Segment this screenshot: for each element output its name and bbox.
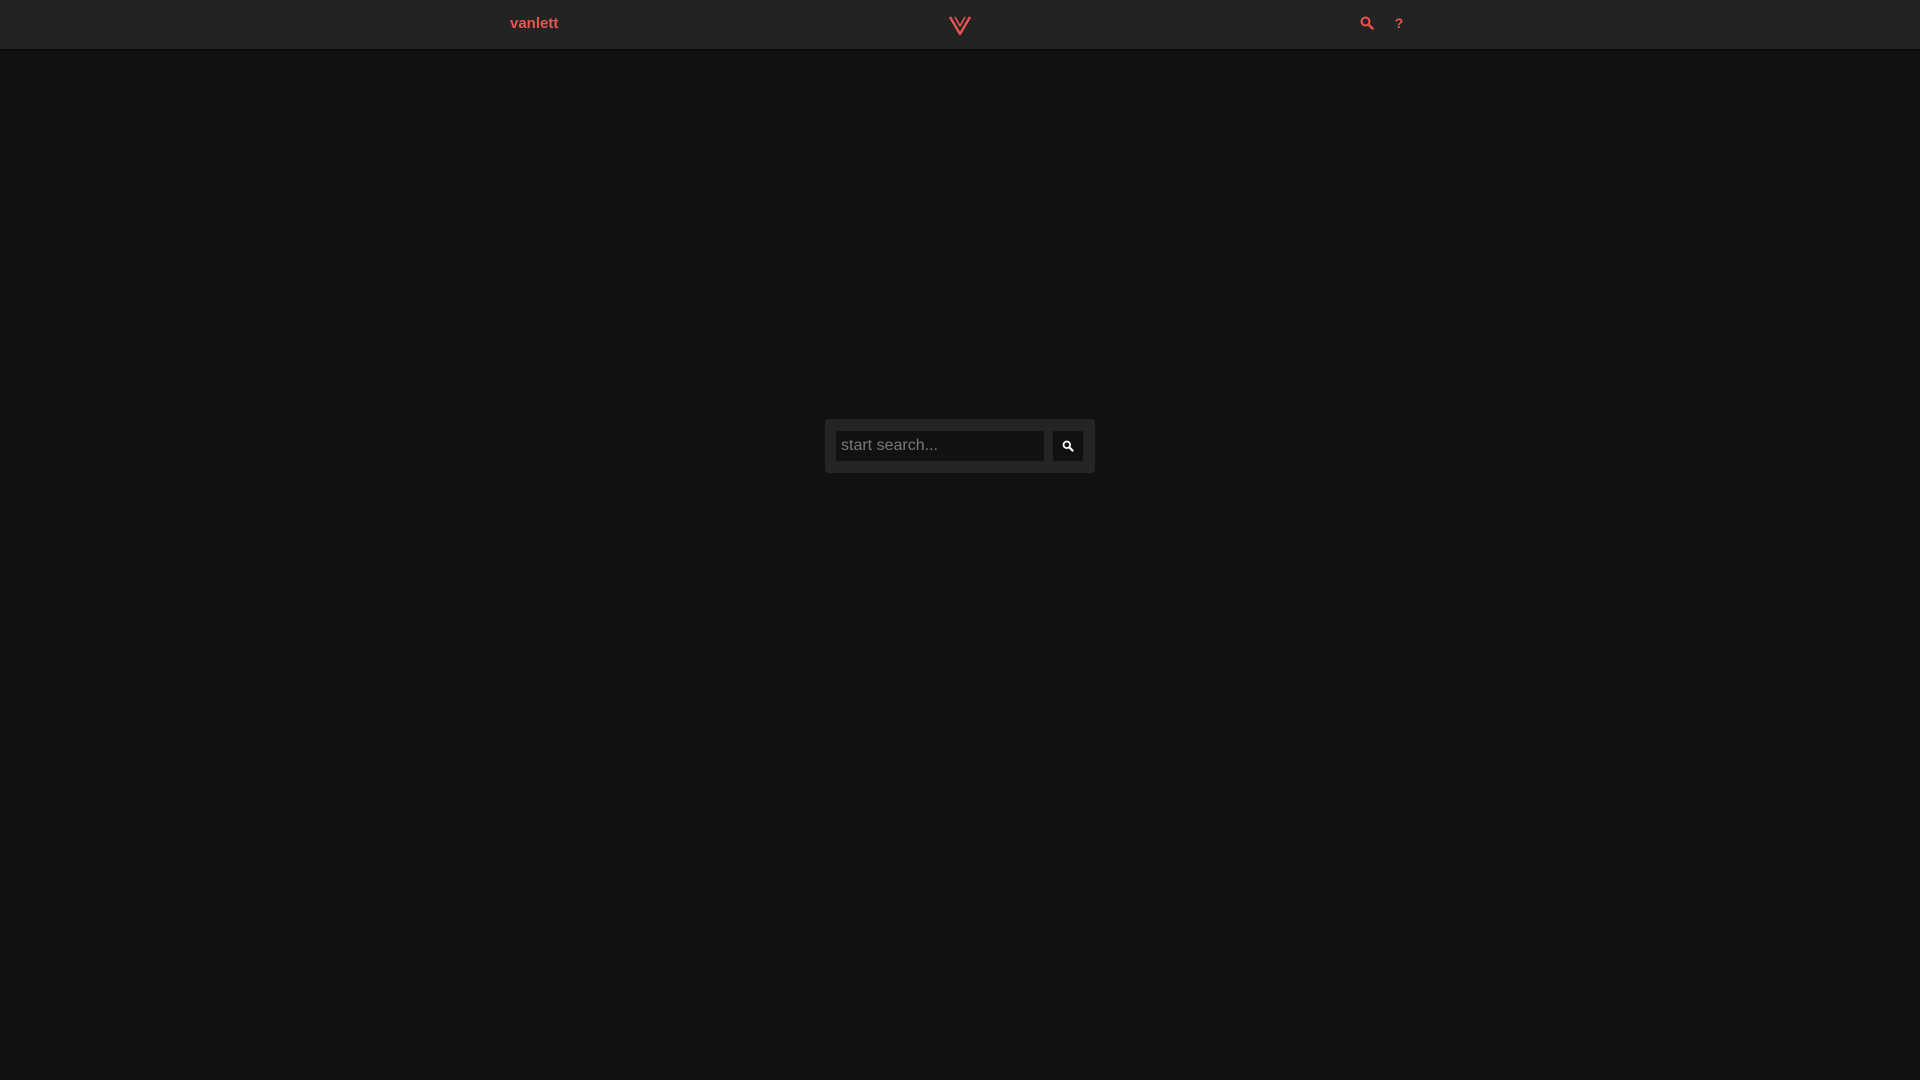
search-icon [1360, 16, 1374, 30]
search-input[interactable] [836, 431, 1044, 461]
search-icon [1062, 440, 1074, 452]
brand-link[interactable]: vanlett [510, 15, 558, 32]
top-navbar: vanlett ? [0, 0, 1920, 49]
help-icon: ? [1394, 15, 1404, 31]
help-button[interactable]: ? [1390, 14, 1408, 32]
search-panel [825, 419, 1095, 473]
search-submit-button[interactable] [1053, 431, 1083, 461]
v-logo-icon[interactable] [948, 14, 972, 36]
nav-search-button[interactable] [1358, 14, 1376, 32]
